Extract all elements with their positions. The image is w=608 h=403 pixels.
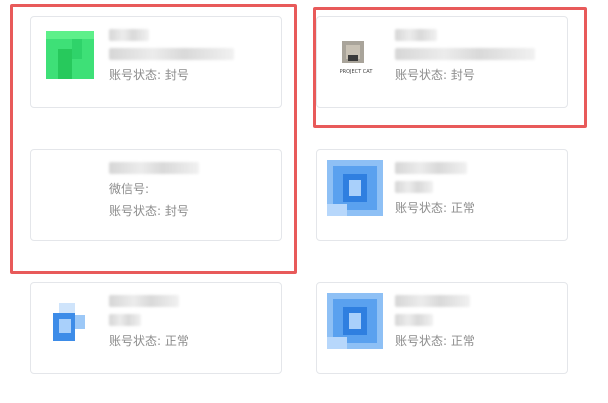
account-card[interactable]: 账号状态: 正常 — [316, 282, 568, 374]
account-status: 账号状态: 封号 — [109, 204, 189, 218]
blue-app-icon — [327, 293, 383, 349]
account-id — [109, 48, 234, 60]
account-name — [109, 295, 179, 307]
avatar-caption: PROJECT CAT — [340, 69, 374, 75]
project-cat-icon: PROJECT CAT — [332, 31, 382, 81]
account-status: 账号状态: 封号 — [109, 68, 189, 82]
blue-app-icon — [327, 160, 383, 216]
account-name — [109, 29, 149, 41]
account-name — [395, 162, 467, 174]
account-id — [395, 181, 433, 193]
blue-app-icon-small — [51, 297, 95, 343]
account-id — [395, 48, 535, 60]
account-card[interactable]: 账号状态: 封号 — [30, 16, 282, 108]
account-status: 账号状态: 封号 — [395, 68, 475, 82]
account-status: 账号状态: 正常 — [109, 334, 189, 348]
account-card[interactable]: 账号状态: 正常 — [316, 149, 568, 241]
account-name — [109, 162, 199, 174]
account-name — [395, 295, 470, 307]
account-id — [395, 314, 433, 326]
account-grid: 账号状态: 封号 PROJECT CAT 账号状态: 封号 微信号: 账号状态:… — [0, 0, 608, 403]
account-card[interactable]: 微信号: 账号状态: 封号 — [30, 149, 282, 241]
account-status: 账号状态: 正常 — [395, 201, 475, 215]
account-name — [395, 29, 437, 41]
account-status: 账号状态: 正常 — [395, 334, 475, 348]
account-id — [109, 314, 141, 326]
account-card[interactable]: PROJECT CAT 账号状态: 封号 — [316, 16, 568, 108]
account-card[interactable]: 账号状态: 正常 — [30, 282, 282, 374]
wechat-label: 微信号: — [109, 182, 150, 196]
green-app-icon — [46, 31, 96, 81]
